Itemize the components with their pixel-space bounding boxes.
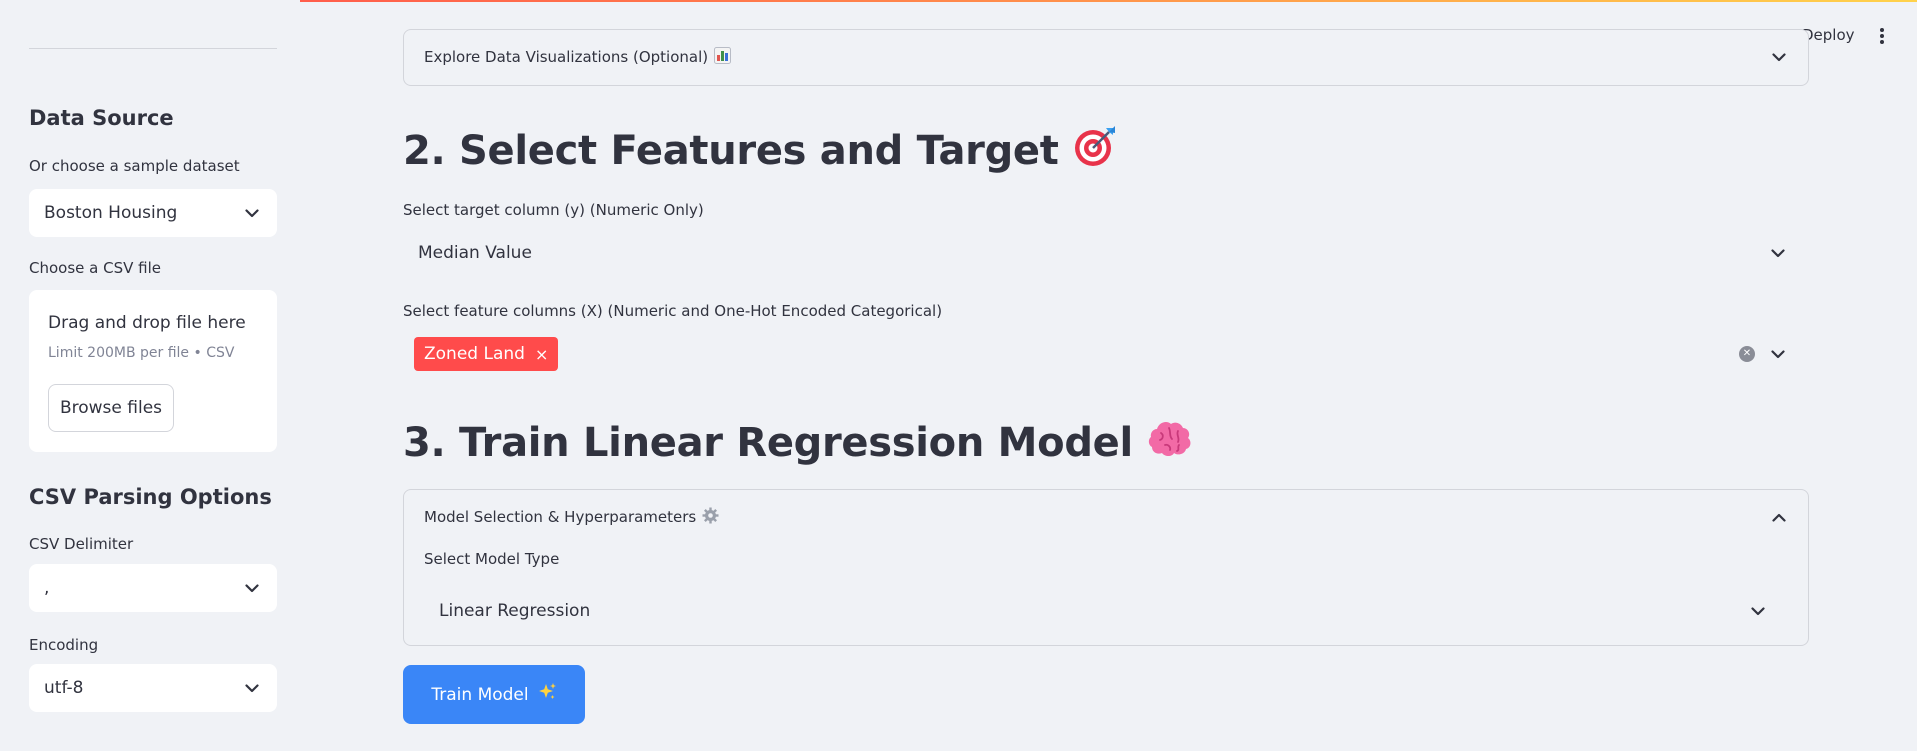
encoding-select[interactable]: utf-8 (29, 664, 277, 712)
train-model-label: Train Model (431, 684, 529, 705)
viz-expander[interactable]: Explore Data Visualizations (Optional) (403, 29, 1809, 86)
chevron-down-icon (1769, 345, 1787, 363)
chevron-down-icon (243, 679, 261, 697)
brain-icon (1147, 417, 1193, 469)
csv-file-label: Choose a CSV file (29, 259, 161, 277)
sample-dataset-select[interactable]: Boston Housing (29, 189, 277, 237)
model-expander-header[interactable]: Model Selection & Hyperparameters (404, 490, 1808, 544)
chevron-down-icon (1769, 244, 1787, 262)
csv-delimiter-select[interactable]: , (29, 564, 277, 612)
browse-files-button[interactable]: Browse files (48, 384, 174, 432)
target-column-value: Median Value (418, 243, 532, 263)
chevron-up-icon (1770, 508, 1788, 526)
sidebar-divider (29, 48, 277, 49)
file-uploader-dropzone[interactable]: Drag and drop file here Limit 200MB per … (29, 290, 277, 452)
model-type-value: Linear Regression (439, 601, 591, 621)
chevron-down-icon (243, 579, 261, 597)
chevron-down-icon (1770, 48, 1788, 66)
remove-chip-icon[interactable]: × (535, 345, 548, 364)
csv-delimiter-label: CSV Delimiter (29, 535, 134, 553)
section-2-title-text: 2. Select Features and Target (403, 128, 1059, 174)
chevron-down-icon (1749, 602, 1767, 620)
bar-chart-icon (714, 46, 732, 68)
sidebar: Data Source Or choose a sample dataset B… (0, 0, 300, 751)
feature-columns-label: Select feature columns (X) (Numeric and … (403, 302, 943, 320)
viz-expander-header[interactable]: Explore Data Visualizations (Optional) (404, 30, 1808, 84)
model-type-select[interactable]: Linear Regression (424, 587, 1789, 635)
model-type-label: Select Model Type (424, 550, 560, 568)
clear-all-icon[interactable]: ✕ (1739, 346, 1755, 362)
target-column-label: Select target column (y) (Numeric Only) (403, 201, 704, 219)
section-3-title: 3. Train Linear Regression Model (403, 417, 1193, 469)
csv-delimiter-value: , (44, 578, 50, 598)
model-expander[interactable]: Model Selection & Hyperparameters Select… (403, 489, 1809, 646)
section-3-title-text: 3. Train Linear Regression Model (403, 420, 1133, 466)
gear-icon (702, 507, 719, 528)
feature-columns-multiselect[interactable]: Zoned Land × ✕ (403, 330, 1809, 378)
dropzone-limit: Limit 200MB per file • CSV (48, 345, 235, 361)
encoding-value: utf-8 (44, 678, 84, 698)
feature-chip: Zoned Land × (414, 337, 559, 371)
viz-expander-label: Explore Data Visualizations (Optional) (424, 48, 709, 66)
csv-parsing-heading: CSV Parsing Options (29, 485, 272, 509)
section-2-title: 2. Select Features and Target (403, 124, 1117, 178)
deploy-button[interactable]: Deploy (1802, 26, 1855, 44)
data-source-heading: Data Source (29, 106, 174, 130)
train-model-button[interactable]: Train Model (403, 665, 585, 724)
model-expander-label: Model Selection & Hyperparameters (424, 508, 697, 526)
target-column-select[interactable]: Median Value (403, 229, 1809, 277)
sample-dataset-label: Or choose a sample dataset (29, 157, 240, 175)
chevron-down-icon (243, 204, 261, 222)
main-menu-icon[interactable] (1876, 26, 1888, 46)
dart-target-icon (1073, 124, 1117, 178)
feature-chip-label: Zoned Land (424, 344, 525, 364)
dropzone-instructions: Drag and drop file here (48, 313, 246, 333)
sample-dataset-value: Boston Housing (44, 203, 178, 223)
encoding-label: Encoding (29, 636, 99, 654)
sparkles-icon (537, 682, 557, 707)
